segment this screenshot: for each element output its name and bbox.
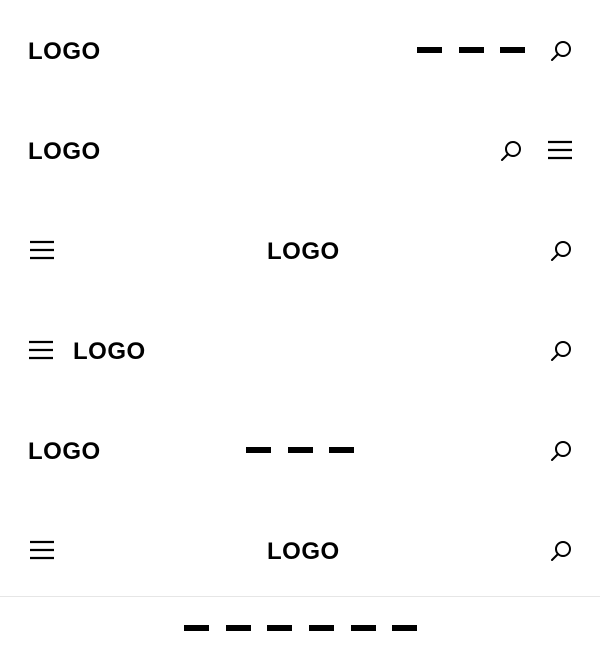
nav-item-placeholder[interactable] xyxy=(417,47,442,53)
nav-item-placeholder[interactable] xyxy=(226,625,251,631)
search-icon[interactable] xyxy=(549,439,573,463)
header-variant-1: LOGO xyxy=(0,0,600,100)
search-icon[interactable] xyxy=(549,339,573,363)
header-variant-5: LOGO xyxy=(0,400,600,500)
search-icon[interactable] xyxy=(549,539,573,563)
nav-item-placeholder[interactable] xyxy=(392,625,417,631)
nav-item-placeholder[interactable] xyxy=(351,625,376,631)
nav-item-placeholder[interactable] xyxy=(288,447,313,453)
logo[interactable]: LOGO xyxy=(267,540,340,564)
hamburger-menu-icon[interactable] xyxy=(548,138,572,162)
header-variant-3: LOGO xyxy=(0,200,600,300)
hamburger-menu-icon[interactable] xyxy=(29,338,53,362)
hamburger-menu-icon[interactable] xyxy=(30,538,54,562)
search-icon[interactable] xyxy=(549,39,573,63)
nav-item-placeholder[interactable] xyxy=(309,625,334,631)
search-icon[interactable] xyxy=(499,139,523,163)
nav-item-placeholder[interactable] xyxy=(184,625,209,631)
nav-item-placeholder[interactable] xyxy=(459,47,484,53)
header-variant-6: LOGO xyxy=(0,500,600,600)
nav-item-placeholder[interactable] xyxy=(246,447,271,453)
logo[interactable]: LOGO xyxy=(28,440,101,464)
nav-item-placeholder[interactable] xyxy=(329,447,354,453)
logo[interactable]: LOGO xyxy=(28,140,101,164)
nav-item-placeholder[interactable] xyxy=(500,47,525,53)
logo[interactable]: LOGO xyxy=(73,340,146,364)
logo[interactable]: LOGO xyxy=(267,240,340,264)
nav-item-placeholder[interactable] xyxy=(267,625,292,631)
bottom-nav-bar xyxy=(0,596,600,655)
logo[interactable]: LOGO xyxy=(28,40,101,64)
header-variant-2: LOGO xyxy=(0,100,600,200)
hamburger-menu-icon[interactable] xyxy=(30,238,54,262)
search-icon[interactable] xyxy=(549,239,573,263)
header-variant-4: LOGO xyxy=(0,300,600,400)
